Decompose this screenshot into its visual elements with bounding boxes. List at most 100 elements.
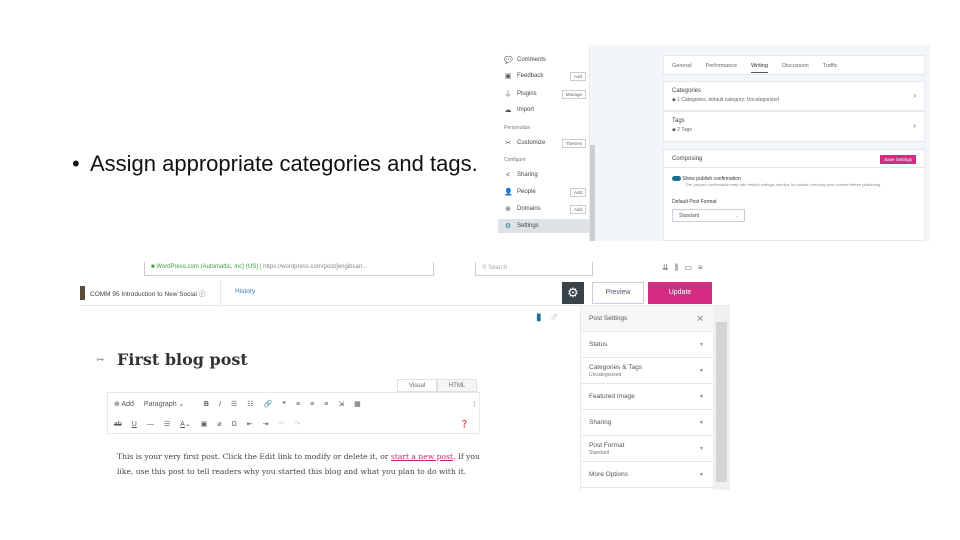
format-select[interactable]: Paragraph ⌄	[144, 400, 194, 408]
tags-row[interactable]: Tags ◆ 2 Tags ›	[663, 111, 925, 142]
categories-title: Categories	[672, 88, 702, 94]
bullet-list-icon[interactable]: ☰	[231, 400, 237, 408]
tab-performance[interactable]: Performance	[706, 63, 738, 69]
tab-traffic[interactable]: Traffic	[823, 63, 838, 69]
publish-confirmation-toggle[interactable]	[672, 176, 681, 182]
bold-icon[interactable]: B	[204, 401, 209, 408]
browser-menu-icons[interactable]: ⇊⫼▭≡	[662, 263, 709, 273]
sidebar-item-import[interactable]: ☁ Import	[504, 103, 590, 117]
bookmark-icon[interactable]: ▮	[536, 312, 542, 323]
external-link-icon[interactable]: ⇗	[550, 312, 558, 323]
undo-icon[interactable]: ↶	[279, 420, 285, 428]
post-body[interactable]: This is your very first post. Click the …	[117, 450, 482, 479]
panel-section-status[interactable]: Status ▼	[581, 332, 714, 358]
sidebar-item-label: Sharing	[517, 172, 538, 178]
post-title[interactable]: First blog post	[117, 350, 248, 369]
feedback-icon: ▣	[504, 73, 512, 80]
sidebar-item-people[interactable]: 👤 People Add	[504, 185, 590, 199]
sidebar-badge[interactable]: Add	[569, 187, 586, 197]
sidebar-item-label: People	[517, 189, 536, 195]
special-char-icon[interactable]: Ω	[232, 421, 237, 428]
customize-icon: ✂	[505, 140, 511, 147]
text-color-icon[interactable]: A⌄	[180, 420, 191, 428]
link-icon[interactable]: 🔗	[263, 400, 272, 408]
settings-icon: ⚙	[504, 223, 512, 230]
quote-icon[interactable]: ❝	[282, 400, 286, 408]
sidebar-item-customize[interactable]: ✂ Customize Themes	[504, 136, 590, 150]
sidebar-badge[interactable]: Add	[569, 71, 586, 81]
paste-icon[interactable]: ▣	[201, 420, 208, 428]
underline-icon[interactable]: U	[132, 421, 137, 428]
settings-gear-button[interactable]: ⚙	[562, 282, 584, 304]
sidebar-badge[interactable]: Themes	[561, 138, 586, 148]
italic-icon[interactable]: I	[219, 401, 221, 408]
tab-visual[interactable]: Visual	[397, 379, 437, 392]
composing-title: Composing	[672, 156, 703, 162]
align-center-icon[interactable]: ≡	[310, 401, 314, 408]
outdent-icon[interactable]: ⇤	[247, 420, 253, 428]
sidebar-badge[interactable]: Manage	[561, 89, 586, 99]
sidebar-section-heading: Personalize	[504, 125, 531, 131]
help-icon[interactable]: ❓	[460, 420, 469, 428]
save-settings-button[interactable]: Save Settings	[880, 155, 916, 164]
tab-general[interactable]: General	[672, 63, 692, 69]
sidebar-item-label: Domains	[517, 206, 541, 212]
toolbar-toggle-icon[interactable]: ▦	[354, 400, 361, 408]
sidebar-item-comments[interactable]: 💬 Comments	[504, 53, 590, 67]
chevron-right-icon: ›	[913, 121, 916, 130]
sidebar-scrollbar[interactable]	[590, 145, 595, 241]
hr-icon[interactable]: —	[147, 421, 154, 428]
url-bar[interactable]: ■ WordPress.com (Automattic, Inc) (US) |…	[144, 262, 434, 276]
chevron-down-icon: ▼	[699, 445, 704, 452]
sidebar-section-heading: Configure	[504, 157, 526, 163]
site-name[interactable]: COMM 95 Introduction to New Social ⓘ	[90, 288, 205, 298]
update-button[interactable]: Update	[648, 282, 712, 304]
close-icon[interactable]: ✕	[696, 313, 704, 324]
panel-section-categories-tags[interactable]: Categories & Tags Uncategorized ▼	[581, 358, 714, 384]
panel-title: Post Settings	[589, 315, 628, 322]
sidebar-item-settings[interactable]: ⚙ Settings	[498, 219, 590, 233]
default-format-select[interactable]: Standard ⌄	[672, 209, 745, 222]
tab-discussion[interactable]: Discussion	[782, 63, 809, 69]
add-button[interactable]: ⊕ Add	[114, 400, 134, 408]
history-link[interactable]: History	[235, 288, 255, 295]
editor-header: COMM 95 Introduction to New Social ⓘ His…	[80, 280, 730, 306]
numbered-list-icon[interactable]: ☷	[247, 400, 253, 408]
tab-writing[interactable]: Writing	[751, 63, 769, 73]
panel-section-more-options[interactable]: More Options ▼	[581, 462, 714, 488]
panel-section-featured-image[interactable]: Featured Image ▼	[581, 384, 714, 410]
default-format-label: Default Post Format	[672, 199, 717, 205]
sidebar-item-sharing[interactable]: < Sharing	[504, 168, 590, 182]
preview-button[interactable]: Preview	[592, 282, 644, 304]
sidebar-item-label: Customize	[517, 140, 546, 146]
sidebar-item-feedback[interactable]: ▣ Feedback Add	[504, 69, 590, 83]
clear-format-icon[interactable]: ⌀	[217, 420, 221, 428]
panel-section-sharing[interactable]: Sharing ▼	[581, 410, 714, 436]
more-icon[interactable]: ⋮	[471, 400, 478, 408]
sidebar: 💬 Comments ▣ Feedback Add ⏚ Plugins Manage ☁ Impo…	[498, 45, 590, 241]
import-icon: ☁	[504, 107, 512, 114]
redo-icon[interactable]: ↷	[294, 420, 300, 428]
chevron-down-icon: ▼	[699, 393, 704, 400]
align-left-icon[interactable]: ≡	[296, 401, 300, 408]
section-label: More Options	[589, 471, 629, 478]
browser-search[interactable]: ⚲ Search	[475, 262, 593, 276]
categories-row[interactable]: Categories ◆ 1 Categories, default categ…	[663, 81, 925, 111]
sidebar-badge[interactable]: Add	[569, 204, 586, 214]
bullet-text: Assign appropriate categories and tags.	[90, 151, 478, 176]
sidebar-item-plugins[interactable]: ⏚ Plugins Manage	[504, 87, 590, 101]
panel-scrollbar[interactable]	[713, 306, 730, 490]
more-tag-icon[interactable]: ⇲	[338, 400, 344, 408]
section-value: Standard	[589, 449, 610, 456]
sidebar-item-domains[interactable]: ⊕ Domains Add	[504, 202, 590, 216]
section-label: Status	[589, 341, 608, 348]
indent-icon[interactable]: ⇥	[263, 420, 269, 428]
strikethrough-icon[interactable]: ab	[114, 421, 122, 428]
tab-html[interactable]: HTML	[437, 379, 477, 392]
align-right-icon[interactable]: ≡	[324, 401, 328, 408]
start-new-post-link[interactable]: start a new post	[391, 452, 453, 461]
justify-icon[interactable]: ☰	[164, 420, 170, 428]
permalink-icon[interactable]: ⊶	[96, 355, 104, 364]
panel-section-post-format[interactable]: Post Format Standard ▼	[581, 436, 714, 462]
sidebar-item-label: Settings	[517, 223, 539, 229]
